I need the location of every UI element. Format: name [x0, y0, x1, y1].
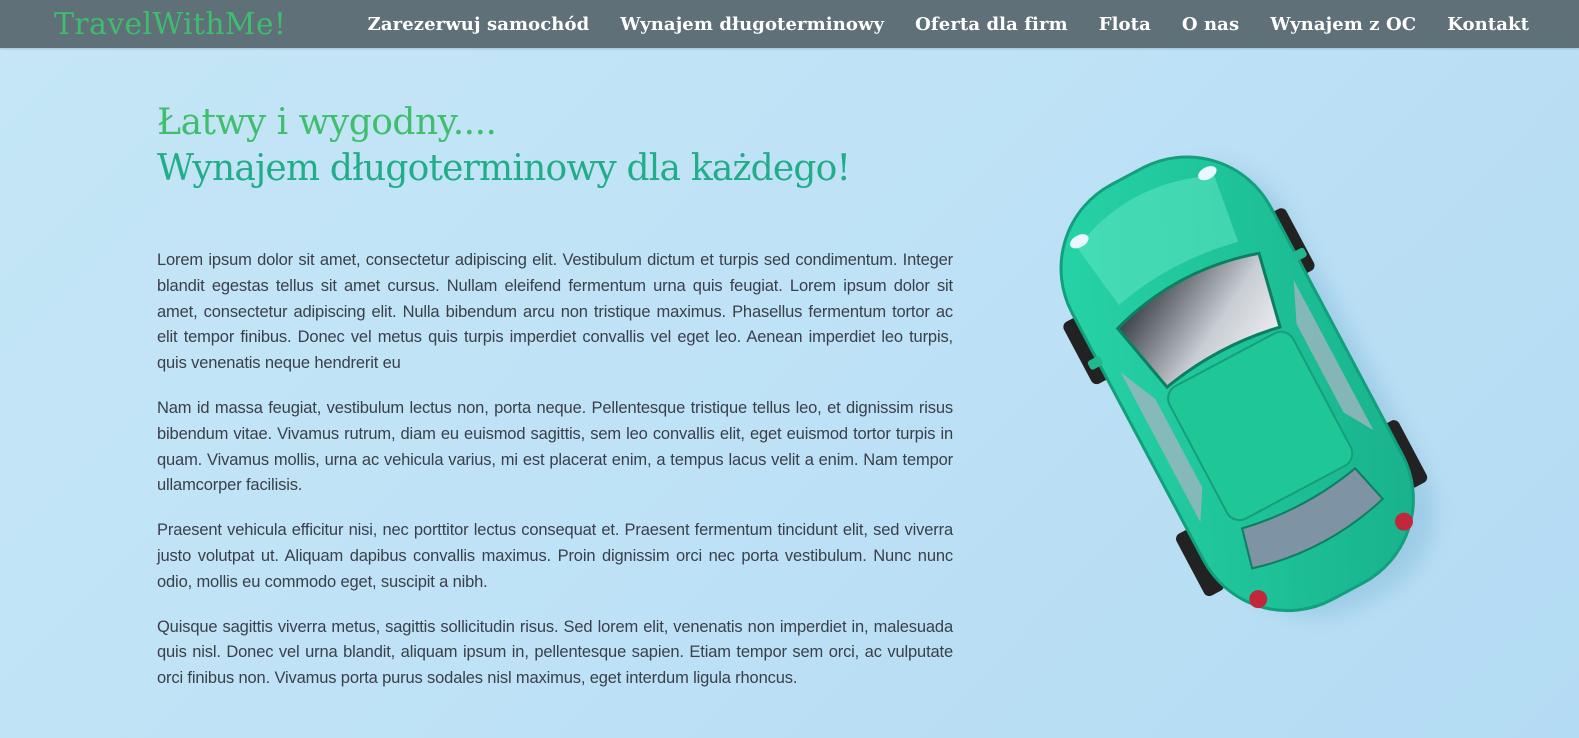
body-paragraph: Nam id massa feugiat, vestibulum lectus …	[157, 398, 953, 495]
hero-body: Lorem ipsum dolor sit amet, consectetur …	[157, 248, 953, 692]
toy-car-image	[1059, 155, 1435, 616]
nav-link-reserve-car[interactable]: Zarezerwuj samochód	[368, 14, 590, 35]
body-paragraph: Quisque sagittis viverra metus, sagittis…	[157, 617, 953, 688]
body-paragraph: Lorem ipsum dolor sit amet, consectetur …	[157, 251, 953, 373]
nav-link-contact[interactable]: Kontakt	[1447, 14, 1529, 35]
body-paragraph: Praesent vehicula efficitur nisi, nec po…	[157, 521, 953, 591]
nav-item-rental-with-oc: Wynajem z OC	[1270, 14, 1416, 35]
nav-link-about[interactable]: O nas	[1182, 14, 1239, 35]
hero-section: Łatwy i wygodny.... Wynajem długotermino…	[157, 100, 953, 711]
nav-link-business-offer[interactable]: Oferta dla firm	[915, 14, 1068, 35]
nav-item-about: O nas	[1182, 14, 1239, 35]
nav-item-fleet: Flota	[1099, 14, 1151, 35]
nav-link-rental-with-oc[interactable]: Wynajem z OC	[1270, 14, 1416, 35]
nav-item-reserve-car: Zarezerwuj samochód	[368, 14, 590, 35]
nav-link-long-term-rental[interactable]: Wynajem długoterminowy	[620, 14, 884, 35]
hero-title-line2: Wynajem długoterminowy dla każdego!	[157, 148, 851, 189]
nav-item-long-term-rental: Wynajem długoterminowy	[620, 14, 884, 35]
top-navbar: TravelWithMe! Zarezerwuj samochód Wynaje…	[0, 0, 1579, 48]
nav-item-business-offer: Oferta dla firm	[915, 14, 1068, 35]
nav-item-contact: Kontakt	[1447, 14, 1529, 35]
brand-logo[interactable]: TravelWithMe!	[54, 7, 286, 42]
hero-title: Łatwy i wygodny.... Wynajem długotermino…	[157, 100, 953, 192]
hero-title-line1: Łatwy i wygodny....	[157, 102, 497, 143]
nav-link-fleet[interactable]: Flota	[1099, 14, 1151, 35]
main-nav: Zarezerwuj samochód Wynajem długotermino…	[368, 14, 1529, 35]
